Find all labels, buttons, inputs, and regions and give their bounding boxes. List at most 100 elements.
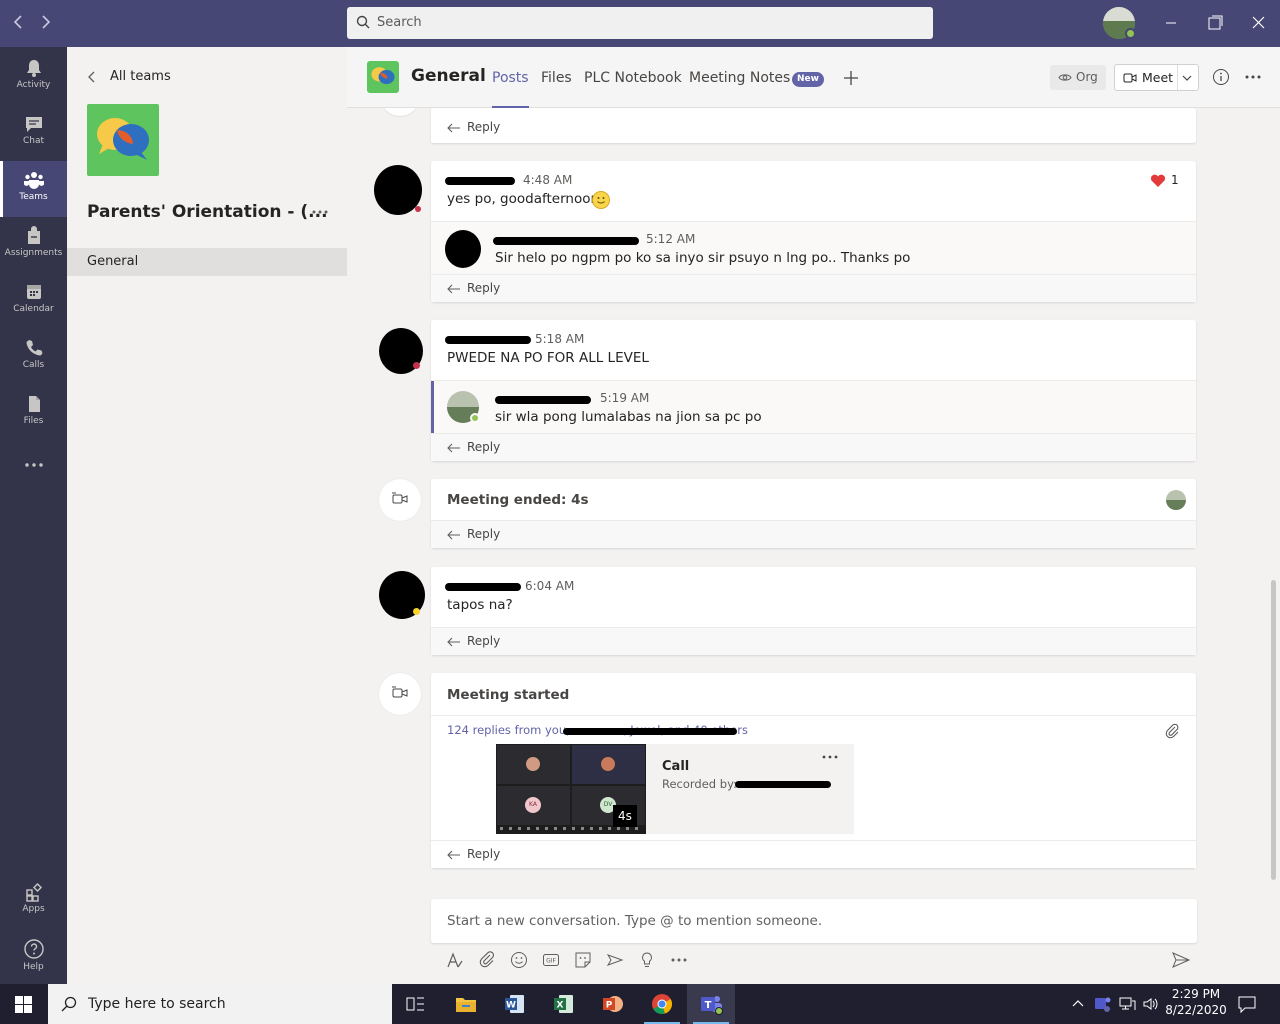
rail-item-activity[interactable]: Activity [0,49,67,105]
emoji-button[interactable] [509,950,529,970]
presence-available-icon [1125,28,1136,39]
word-button[interactable]: W [491,984,539,1024]
rail-item-assignments[interactable]: Assignments [0,217,67,273]
excel-button[interactable]: X [540,984,588,1024]
tab-files[interactable]: Files [541,70,572,86]
chevron-up-icon [1072,1000,1084,1007]
meeting-system-avatar [379,479,421,521]
ellipsis-icon [1245,75,1261,79]
action-center-button[interactable] [1236,994,1258,1014]
recording-more-options[interactable] [821,753,839,763]
more-apps-button[interactable] [0,449,67,485]
reply-label: Reply [467,281,501,295]
taskbar-clock[interactable]: 2:29 PM 8/22/2020 [1164,987,1228,1021]
channel-more-options-button[interactable] [1243,68,1265,86]
teams-app-icon: T [701,996,723,1015]
reply-arrow-icon [447,530,460,540]
praise-button[interactable] [637,950,657,970]
participant-avatar [1166,490,1186,510]
eye-icon [1058,74,1072,81]
post-time: 5:18 AM [535,332,585,346]
new-conversation-input[interactable]: Start a new conversation. Type @ to ment… [431,899,1197,943]
meet-button[interactable]: Meet [1114,64,1199,91]
scrollbar-thumb[interactable] [1271,580,1276,880]
reply-label: Reply [467,120,501,134]
start-button[interactable] [0,984,48,1024]
rail-item-calls[interactable]: Calls [0,329,67,385]
channel-info-button[interactable] [1212,68,1230,86]
tray-teams-icon[interactable] [1094,995,1112,1013]
ellipsis-icon [24,463,43,467]
reaction-count: 1 [1171,173,1179,187]
search-input[interactable]: Search [347,7,933,39]
recording-thumbnail[interactable]: KA DV 4s [496,744,646,834]
close-window-icon[interactable] [1248,12,1270,34]
more-composer-options[interactable] [669,950,689,970]
gif-button[interactable]: GIF [541,950,561,970]
meet-label: Meet [1142,70,1174,85]
attach-button[interactable] [477,950,497,970]
reply-button[interactable]: Reply [431,840,1196,868]
post-card: Meeting ended: 4s Reply [431,479,1196,548]
file-explorer-button[interactable] [442,984,490,1024]
volume-icon[interactable] [1142,995,1160,1013]
attach-link-button[interactable] [1164,723,1180,739]
rail-item-chat[interactable]: Chat [0,105,67,161]
info-icon [1213,69,1229,85]
tab-meeting-notes[interactable]: Meeting Notes [689,70,790,86]
lightbulb-icon [642,952,652,967]
teams-taskbar-button[interactable]: T [687,984,735,1024]
chevron-down-icon[interactable] [1182,74,1192,82]
reaction-like[interactable]: 1 [1150,173,1190,189]
author-name-redacted [735,781,831,788]
call-recording-card[interactable]: KA DV 4s Call Recorded by: [496,744,854,834]
gif-icon: GIF [543,954,559,966]
svg-text:W: W [506,1001,516,1011]
presence-away-icon [413,608,420,615]
send-button[interactable] [1171,950,1191,970]
powerpoint-icon: P [603,996,623,1012]
reply-arrow-icon [447,850,460,860]
network-icon[interactable] [1118,995,1136,1013]
smile-emoji-icon [592,191,610,209]
powerpoint-button[interactable]: P [589,984,637,1024]
clock-time: 2:29 PM [1171,987,1221,1001]
team-panel: All teams Parents' Orientation - (... Ge… [67,47,347,984]
forward-arrow-icon[interactable] [40,14,56,32]
rail-item-teams[interactable]: Teams [0,161,67,217]
reply-button[interactable]: Reply [431,520,1196,548]
reply-button[interactable]: Reply [431,627,1196,655]
reply-button[interactable]: Reply [431,274,1196,302]
post-time: 6:04 AM [525,579,575,593]
channel-item-general[interactable]: General [67,248,347,276]
chrome-button[interactable] [638,984,686,1024]
minimize-icon[interactable] [1160,12,1182,34]
org-button[interactable]: Org [1050,65,1106,90]
reply-label: Reply [467,440,501,454]
reply-button[interactable]: Reply [431,433,1196,461]
rail-item-files[interactable]: Files [0,385,67,441]
tab-posts[interactable]: Posts [492,70,529,109]
show-hidden-icons-button[interactable] [1070,996,1086,1012]
taskbar-search-box[interactable]: Type here to search [48,984,392,1024]
taskbar-search-placeholder: Type here to search [88,996,226,1012]
meet-now-button[interactable] [605,950,625,970]
task-view-button[interactable] [392,984,440,1024]
rail-item-help[interactable]: Help [0,929,67,985]
rail-item-calendar[interactable]: Calendar [0,273,67,329]
team-more-options-button[interactable] [310,204,332,220]
all-teams-link[interactable]: All teams [87,68,207,88]
sticker-button[interactable] [573,950,593,970]
reply-button[interactable]: Reply [431,114,1196,142]
reply-item: 5:19 AM sir wla pong lumalabas na jion s… [431,380,1196,434]
tab-plc-notebook[interactable]: PLC Notebook [584,70,682,86]
format-button[interactable] [445,950,465,970]
rail-label: Calls [22,360,45,370]
meeting-ended-title: Meeting ended: 4s [447,492,589,508]
rail-item-apps[interactable]: Apps [0,873,67,929]
replies-summary-link[interactable]: 124 replies from you, , Jewel, and 40 ot… [447,723,748,739]
back-arrow-icon[interactable] [12,14,28,32]
add-tab-button[interactable] [841,68,861,88]
maximize-icon[interactable] [1204,12,1226,34]
reply-label: Reply [467,847,501,861]
